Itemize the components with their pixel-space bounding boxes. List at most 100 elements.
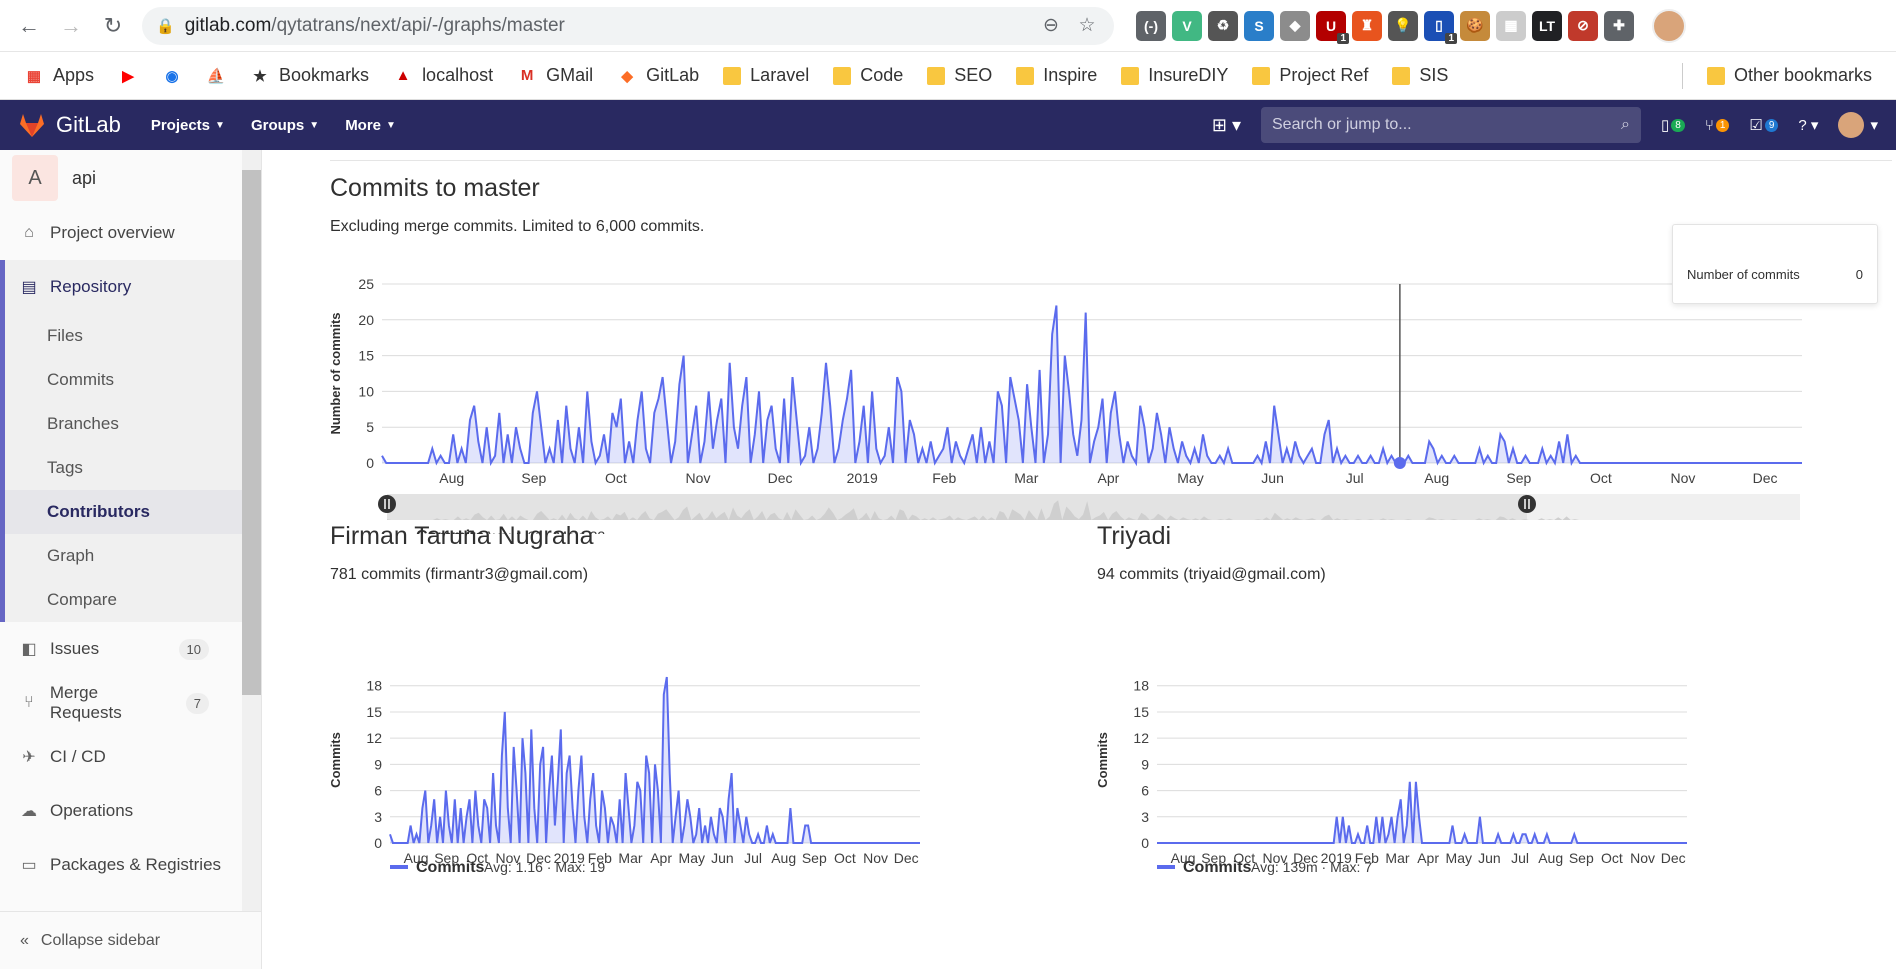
- bookmark-item[interactable]: ◆ GitLab: [607, 58, 709, 94]
- merge-request-icon: ⑂: [1704, 116, 1714, 134]
- pwa-icon: ◉: [165, 67, 179, 85]
- bookmark-item[interactable]: ▶: [108, 58, 148, 94]
- contributor-name-1: Firman Taruna Nugraha: [330, 522, 594, 550]
- bookmark-item[interactable]: ★ Bookmarks: [240, 58, 379, 94]
- menu-projects[interactable]: Projects ▼: [151, 117, 225, 134]
- gitlab-logo[interactable]: GitLab: [18, 112, 121, 138]
- contributor-chart-1[interactable]: Commits0369121518Aug Sep Oct Nov Dec 2019 Feb M…: [322, 577, 942, 877]
- zoom-handle-left[interactable]: [378, 495, 396, 513]
- y-tick-label: 25: [358, 276, 374, 292]
- bookmark-item[interactable]: ⛵: [196, 58, 236, 94]
- legend-series-name: Commits: [1183, 859, 1252, 876]
- puzzle-ext-icon[interactable]: ✚: [1604, 10, 1634, 41]
- bookmark-item[interactable]: ▦ Apps: [14, 58, 104, 94]
- sidebar-item-operations[interactable]: ☁ Operations: [0, 784, 261, 838]
- bookmark-star-icon[interactable]: ☆: [1074, 14, 1100, 37]
- sidebar-item-issues[interactable]: ◧ Issues 10: [0, 622, 261, 676]
- sidebar-item-graph[interactable]: Graph: [5, 534, 261, 578]
- y-tick-label: 12: [366, 730, 382, 746]
- x-tick-label: Aug: [1424, 470, 1449, 486]
- sidebar-item-branches[interactable]: Branches: [5, 402, 261, 446]
- bookmark-item[interactable]: SIS: [1382, 58, 1458, 94]
- reload-icon[interactable]: ↻: [94, 7, 132, 45]
- x-tick-label: Mar: [618, 850, 642, 866]
- link-ext-icon[interactable]: (-): [1136, 10, 1166, 41]
- cookie-ext-icon[interactable]: 🍪: [1460, 10, 1490, 41]
- apps-icon: ▦: [26, 67, 42, 85]
- bookmark-item[interactable]: Inspire: [1006, 58, 1107, 94]
- sidebar-item-cicd[interactable]: ✈ CI / CD: [0, 730, 261, 784]
- back-icon[interactable]: ←: [10, 7, 48, 45]
- help-icon[interactable]: ? ▾: [1798, 116, 1818, 134]
- y-tick-label: 5: [366, 419, 374, 435]
- new-plus-icon[interactable]: ⊞ ▾: [1212, 115, 1241, 136]
- x-tick-label: Sep: [1506, 470, 1531, 486]
- project-header[interactable]: A api: [0, 150, 261, 206]
- bookmark-item[interactable]: InsureDIY: [1111, 58, 1238, 94]
- bookmark-item[interactable]: ▲ localhost: [383, 58, 503, 94]
- folder-icon: [833, 66, 852, 85]
- bookmark-item[interactable]: M GMail: [507, 58, 603, 94]
- lt-ext-icon[interactable]: LT: [1532, 10, 1562, 41]
- project-name: api: [72, 167, 97, 188]
- x-tick-label: Apr: [1417, 850, 1439, 866]
- s-ext-icon[interactable]: S: [1244, 10, 1274, 41]
- menu-more[interactable]: More ▼: [345, 117, 396, 134]
- dropbox-ext-icon[interactable]: ◆: [1280, 10, 1310, 41]
- x-tick-label: 2019: [847, 470, 878, 486]
- youtube-icon: ▶: [122, 67, 134, 85]
- sidebar-item-tags[interactable]: Tags: [5, 446, 261, 490]
- chevron-down-icon: ▼: [386, 119, 396, 131]
- recycle-ext-icon[interactable]: ♻: [1208, 10, 1238, 41]
- search-icon: ⌕: [1621, 116, 1630, 133]
- bookmarks-bar: ▦ Apps ▶ ◉ ⛵ ★ Bookmarks ▲ localhost M GMail ◆ GitLa…: [0, 52, 1896, 100]
- ublock-icon[interactable]: U1: [1316, 10, 1349, 44]
- project-sidebar: A api ⌂ Project overview ▤ Repository File…: [0, 150, 262, 969]
- bulb-ext-icon[interactable]: 💡: [1388, 10, 1418, 41]
- sidebar-item-contributors[interactable]: Contributors: [5, 490, 261, 534]
- mr-counter[interactable]: ⑂ 1: [1705, 117, 1730, 134]
- y-tick-label: 3: [374, 809, 382, 825]
- forward-icon[interactable]: →: [52, 7, 90, 45]
- sidebar-item-repository[interactable]: ▤ Repository: [5, 260, 261, 314]
- block-ext-icon[interactable]: ⊘: [1568, 10, 1598, 41]
- bookmark-item[interactable]: Project Ref: [1242, 58, 1378, 94]
- trello-ext-icon[interactable]: ▯ 1: [1424, 10, 1457, 44]
- master-commits-chart[interactable]: Number of commits 0 5 10 15 20 25 Aug Sep Oct Nov D…: [322, 234, 1842, 534]
- sidebar-item-compare[interactable]: Compare: [5, 578, 261, 622]
- profile-avatar[interactable]: [1652, 8, 1686, 43]
- vue-devtools-icon[interactable]: V: [1172, 10, 1202, 41]
- sidebar-scrollbar-thumb[interactable]: [242, 170, 261, 695]
- folder-icon: [723, 66, 742, 85]
- x-tick-label: Nov: [1630, 850, 1655, 866]
- zoom-handle-right[interactable]: [1518, 495, 1536, 513]
- contributor-chart-2[interactable]: Commits0369121518Aug Sep Oct Nov Dec 2019 Feb M…: [1089, 577, 1709, 877]
- sidebar-item-files[interactable]: Files: [5, 314, 261, 358]
- legend-swatch: [390, 865, 408, 869]
- menu-groups[interactable]: Groups ▼: [251, 117, 319, 134]
- zoom-icon[interactable]: ⊖: [1038, 14, 1064, 37]
- x-tick-label: Sep: [802, 850, 827, 866]
- sidebar-item-commits[interactable]: Commits: [5, 358, 261, 402]
- user-avatar-menu[interactable]: ▾: [1838, 112, 1878, 138]
- address-bar[interactable]: 🔒 gitlab.com/qytatrans/next/api/-/graphs…: [142, 6, 1114, 45]
- grid-ext-icon[interactable]: ▦: [1496, 10, 1526, 41]
- issues-icon: ◧: [21, 641, 37, 658]
- bookmark-item[interactable]: Laravel: [713, 58, 819, 94]
- sidebar-item-overview[interactable]: ⌂ Project overview: [0, 206, 261, 260]
- search-input[interactable]: Search or jump to... ⌕: [1261, 107, 1641, 143]
- issues-counter[interactable]: ▯ 8: [1661, 116, 1685, 134]
- collapse-sidebar-button[interactable]: «Collapse sidebar: [0, 911, 261, 969]
- sidebar-item-packages[interactable]: ▭ Packages & Registries: [0, 838, 261, 892]
- main-content: Commits to master Excluding merge commit…: [262, 150, 1896, 969]
- lighthouse-icon[interactable]: ♜: [1352, 10, 1382, 41]
- sidebar-item-merge-requests[interactable]: ⑂ Merge Requests 7: [0, 676, 261, 730]
- document-icon: ▤: [21, 279, 37, 296]
- issues-count-badge: 10: [178, 638, 209, 660]
- bookmark-item[interactable]: ◉: [152, 58, 192, 94]
- bookmark-item[interactable]: Code: [823, 58, 913, 94]
- x-tick-label: Jul: [744, 850, 762, 866]
- bookmark-item[interactable]: SEO: [917, 58, 1002, 94]
- other-bookmarks[interactable]: Other bookmarks: [1697, 58, 1882, 94]
- todos-counter[interactable]: ☑ 9: [1749, 116, 1779, 134]
